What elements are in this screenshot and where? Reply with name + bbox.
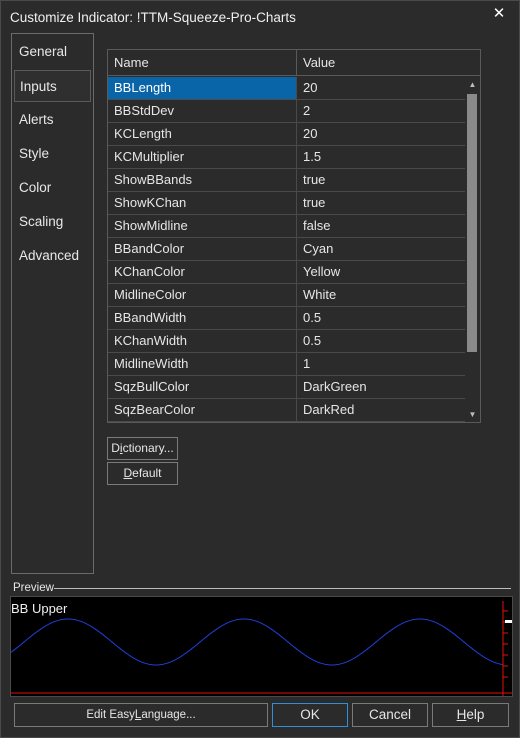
- preview-label: Preview: [13, 582, 54, 594]
- input-name-cell[interactable]: SqzBearColor: [108, 399, 297, 421]
- preview-divider: [54, 588, 511, 589]
- input-name-cell[interactable]: KCLength: [108, 123, 297, 145]
- input-name-cell[interactable]: BBandWidth: [108, 307, 297, 329]
- input-value-cell[interactable]: Cyan: [297, 238, 465, 260]
- table-row[interactable]: KChanWidth 0.5: [108, 330, 465, 353]
- sidebar-item-scaling[interactable]: Scaling: [14, 206, 91, 238]
- edit-easylanguage-button[interactable]: Edit EasyLanguage...: [14, 703, 268, 727]
- input-value-cell[interactable]: 1.5: [297, 146, 465, 168]
- table-row[interactable]: BBStdDev 2: [108, 100, 465, 123]
- input-name-cell[interactable]: BBStdDev: [108, 100, 297, 122]
- grid-header: Name Value: [108, 50, 480, 76]
- vertical-scrollbar[interactable]: ▲ ▼: [465, 77, 480, 422]
- default-button[interactable]: Default: [107, 462, 178, 485]
- column-header-name[interactable]: Name: [108, 50, 297, 76]
- table-row[interactable]: ShowKChan true: [108, 192, 465, 215]
- input-name-cell[interactable]: SqzBullColor: [108, 376, 297, 398]
- bb-upper-line: [11, 618, 504, 666]
- table-row[interactable]: SqzBullColor DarkGreen: [108, 376, 465, 399]
- input-value-cell[interactable]: 20: [297, 77, 465, 99]
- ok-button[interactable]: OK: [272, 703, 348, 727]
- input-name-cell[interactable]: MidlineWidth: [108, 353, 297, 375]
- input-name-cell[interactable]: KChanColor: [108, 261, 297, 283]
- input-value-cell[interactable]: 2: [297, 100, 465, 122]
- input-name-cell[interactable]: ShowBBands: [108, 169, 297, 191]
- table-row[interactable]: ShowMidline false: [108, 215, 465, 238]
- input-name-cell[interactable]: KCMultiplier: [108, 146, 297, 168]
- settings-sidebar: General Inputs Alerts Style Color Scalin…: [11, 33, 94, 574]
- close-icon[interactable]: ✕: [489, 5, 509, 23]
- input-value-cell[interactable]: Yellow: [297, 261, 465, 283]
- table-row[interactable]: ShowBBands true: [108, 169, 465, 192]
- customize-indicator-dialog: Customize Indicator: !TTM-Squeeze-Pro-Ch…: [0, 0, 520, 738]
- table-row[interactable]: BBandWidth 0.5: [108, 307, 465, 330]
- table-row[interactable]: SqzBearColor DarkRed: [108, 399, 465, 422]
- input-name-cell[interactable]: KChanWidth: [108, 330, 297, 352]
- input-value-cell[interactable]: DarkGreen: [297, 376, 465, 398]
- table-row[interactable]: BBandColor Cyan: [108, 238, 465, 261]
- grid-rows: BBLength 20 BBStdDev 2 KCLength 20 KCMultiplie…: [108, 77, 465, 422]
- title-bar: Customize Indicator: !TTM-Squeeze-Pro-Ch…: [1, 1, 519, 33]
- help-button[interactable]: Help: [432, 703, 509, 727]
- input-name-cell[interactable]: BBandColor: [108, 238, 297, 260]
- cancel-button[interactable]: Cancel: [352, 703, 428, 727]
- inputs-grid: Name Value BBLength 20 BBStdDev 2 KCLength 20…: [107, 49, 481, 423]
- input-value-cell[interactable]: 0.5: [297, 330, 465, 352]
- table-row[interactable]: KCMultiplier 1.5: [108, 146, 465, 169]
- sidebar-item-color[interactable]: Color: [14, 172, 91, 204]
- last-price-marker: [505, 620, 512, 623]
- input-name-cell[interactable]: ShowMidline: [108, 215, 297, 237]
- table-row[interactable]: KCLength 20: [108, 123, 465, 146]
- scroll-thumb[interactable]: [467, 94, 477, 352]
- preview-panel: BB Upper: [10, 596, 513, 697]
- window-title: Customize Indicator: !TTM-Squeeze-Pro-Ch…: [10, 10, 296, 25]
- sidebar-item-general[interactable]: General: [14, 36, 91, 68]
- input-name-cell[interactable]: BBLength: [108, 77, 297, 99]
- table-row[interactable]: KChanColor Yellow: [108, 261, 465, 284]
- preview-plot-title: BB Upper: [11, 601, 68, 616]
- input-value-cell[interactable]: 0.5: [297, 307, 465, 329]
- input-value-cell[interactable]: DarkRed: [297, 399, 465, 421]
- scroll-down-arrow-icon[interactable]: ▼: [465, 407, 480, 422]
- sidebar-item-inputs[interactable]: Inputs: [14, 70, 91, 102]
- input-value-cell[interactable]: 20: [297, 123, 465, 145]
- input-value-cell[interactable]: White: [297, 284, 465, 306]
- input-value-cell[interactable]: true: [297, 192, 465, 214]
- dictionary-button[interactable]: Dictionary...: [107, 437, 178, 460]
- sidebar-item-advanced[interactable]: Advanced: [14, 240, 91, 272]
- input-value-cell[interactable]: true: [297, 169, 465, 191]
- table-row[interactable]: BBLength 20: [108, 77, 465, 100]
- table-row[interactable]: MidlineColor White: [108, 284, 465, 307]
- input-value-cell[interactable]: false: [297, 215, 465, 237]
- column-header-value[interactable]: Value: [297, 50, 465, 76]
- sidebar-item-style[interactable]: Style: [14, 138, 91, 170]
- input-name-cell[interactable]: ShowKChan: [108, 192, 297, 214]
- table-row[interactable]: MidlineWidth 1: [108, 353, 465, 376]
- sidebar-item-alerts[interactable]: Alerts: [14, 104, 91, 136]
- input-value-cell[interactable]: 1: [297, 353, 465, 375]
- preview-plot: [11, 601, 512, 696]
- scroll-up-arrow-icon[interactable]: ▲: [465, 77, 480, 92]
- input-name-cell[interactable]: MidlineColor: [108, 284, 297, 306]
